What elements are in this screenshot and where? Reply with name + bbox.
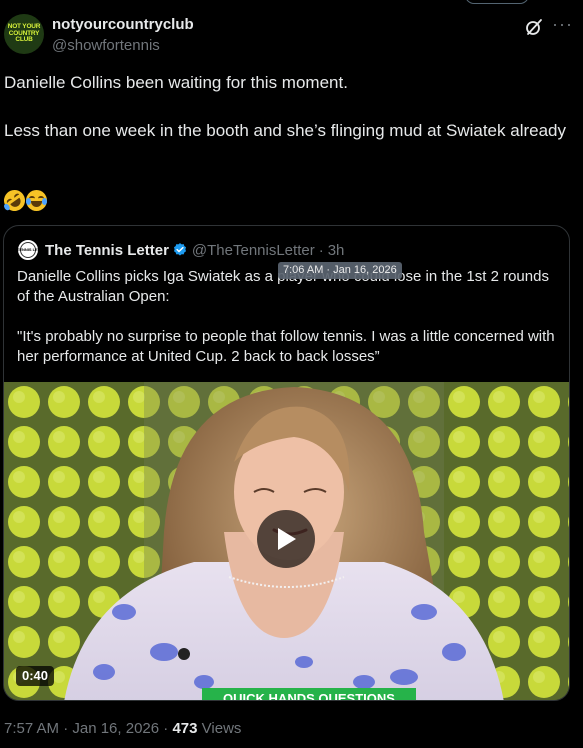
post-timestamp[interactable]: 7:57 AM · Jan 16, 2026	[4, 720, 159, 737]
quote-author-avatar[interactable]: THE TENNIS LETTER	[8, 239, 48, 261]
avatar-logo-text: NOT YOUR COUNTRY CLUB	[7, 23, 41, 44]
quote-avatar-logo: THE TENNIS LETTER	[8, 242, 48, 258]
quote-separator: ·	[318, 241, 324, 259]
rolling-on-floor-laughing-emoji	[0, 185, 30, 216]
quote-author-handle[interactable]: @TheTennisLetter	[192, 242, 315, 259]
post-metadata: 7:57 AM · Jan 16, 2026 · 473 Views	[4, 720, 241, 737]
quote-text-line: "It's probably no surprise to people tha…	[17, 328, 555, 365]
author-display-name[interactable]: notyourcountryclub	[52, 16, 194, 33]
timestamp-tooltip: 7:06 AM · Jan 16, 2026	[278, 262, 402, 279]
play-icon	[278, 528, 296, 550]
views-label: Views	[201, 720, 242, 737]
author-avatar[interactable]: NOT YOUR COUNTRY CLUB	[4, 14, 44, 54]
post-body: Danielle Collins been waiting for this m…	[4, 71, 574, 143]
verified-badge-icon	[173, 243, 186, 256]
post-text-line: Danielle Collins been waiting for this m…	[4, 73, 348, 92]
grok-icon[interactable]	[524, 17, 544, 37]
post-header: NOT YOUR COUNTRY CLUB notyourcountryclub…	[4, 14, 583, 58]
post-text-line: Less than one week in the booth and she’…	[4, 121, 566, 140]
quote-time[interactable]: 3h	[328, 242, 345, 259]
video-player[interactable]: 0:40 QUICK HANDS QUESTIONS	[4, 382, 569, 700]
meta-separator: ·	[163, 720, 169, 737]
play-button[interactable]	[257, 510, 315, 568]
quoted-post-card[interactable]: THE TENNIS LETTER The Tennis Letter @The…	[3, 225, 570, 701]
views-count: 473	[172, 720, 198, 737]
tears-of-joy-emoji	[26, 190, 47, 211]
video-lower-third-caption: QUICK HANDS QUESTIONS	[202, 688, 416, 700]
author-handle[interactable]: @showfortennis	[52, 37, 160, 54]
emoji-row	[0, 185, 47, 216]
quote-author-name[interactable]: The Tennis Letter	[45, 242, 169, 259]
video-duration-badge: 0:40	[16, 666, 55, 686]
quote-body: Danielle Collins picks Iga Swiatek as a …	[17, 267, 562, 367]
more-options-icon[interactable]: ···	[552, 14, 573, 34]
quote-header: THE TENNIS LETTER The Tennis Letter @The…	[8, 239, 345, 261]
top-button-edge[interactable]	[465, 0, 529, 4]
